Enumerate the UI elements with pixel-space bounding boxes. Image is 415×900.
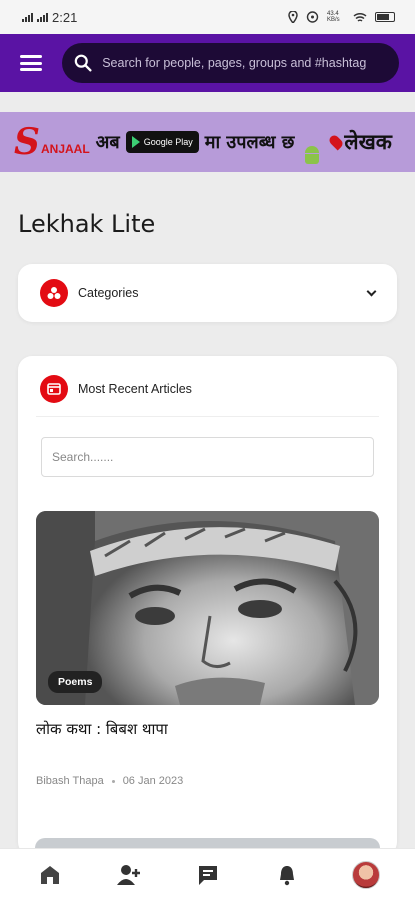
chat-icon	[198, 865, 217, 885]
article-author[interactable]: Bibash Thapa	[36, 775, 104, 787]
promo-banner[interactable]: S ANJAAL अब Google Play मा उपलब्ध छ लेखक	[0, 112, 415, 172]
page-title: Lekhak Lite	[18, 210, 156, 238]
articles-icon	[40, 375, 68, 403]
category-badge[interactable]: Poems	[48, 671, 103, 693]
status-time: 2:21	[52, 9, 78, 25]
status-right: 43.4 KB/s	[288, 11, 395, 23]
wifi-icon	[353, 12, 367, 22]
nav-messages[interactable]	[186, 853, 230, 897]
play-store-icon	[131, 136, 140, 148]
recent-articles-header: Most Recent Articles	[36, 374, 379, 404]
article-search-field[interactable]	[41, 437, 374, 477]
banner-text-after: मा उपलब्ध छ	[204, 132, 295, 153]
divider	[36, 416, 379, 417]
categories-icon	[40, 279, 68, 307]
signal-icon-2	[37, 12, 48, 22]
nav-notifications[interactable]	[265, 853, 309, 897]
google-play-badge[interactable]: Google Play	[125, 131, 199, 153]
global-search-input[interactable]	[102, 56, 387, 70]
pen-icon	[327, 133, 345, 151]
categories-dropdown[interactable]: Categories	[18, 264, 397, 322]
global-search-bar[interactable]	[62, 43, 399, 83]
separator-dot	[111, 779, 115, 783]
location-icon	[288, 11, 298, 23]
add-friend-icon	[116, 864, 140, 885]
article-date: 06 Jan 2023	[122, 775, 184, 787]
hamburger-menu-icon[interactable]	[20, 55, 42, 71]
google-play-label: Google Play	[143, 137, 193, 147]
nav-add-friend[interactable]	[107, 853, 151, 897]
signal-icon	[22, 12, 33, 22]
bottom-navigation	[0, 848, 415, 900]
android-icon	[302, 146, 322, 168]
lekhak-logo: लेखक	[327, 128, 392, 156]
nav-profile[interactable]	[344, 853, 388, 897]
article-cover-image[interactable]: Poems	[36, 511, 379, 705]
net-speed: 43.4 KB/s	[327, 11, 340, 23]
status-left: 2:21	[22, 10, 77, 25]
categories-label: Categories	[78, 286, 139, 300]
recent-articles-card: Most Recent Articles P	[18, 356, 397, 856]
battery-icon	[375, 12, 395, 22]
article-search-input[interactable]	[52, 450, 363, 464]
hotspot-icon	[306, 11, 319, 23]
home-icon	[40, 865, 59, 884]
nav-home[interactable]	[28, 853, 72, 897]
article-title[interactable]: लोक कथा : बिबश थापा	[36, 719, 379, 739]
status-bar: 2:21 43.4 KB/s	[0, 0, 415, 34]
bell-icon	[279, 865, 294, 885]
recent-articles-heading: Most Recent Articles	[78, 382, 192, 396]
app-bar	[0, 34, 415, 92]
sanjaal-logo: S ANJAAL	[14, 121, 90, 163]
profile-avatar	[351, 860, 380, 889]
search-icon	[74, 54, 92, 72]
banner-text-before: अब	[95, 132, 120, 153]
chevron-down-icon	[366, 286, 377, 296]
article-meta: Bibash Thapa 06 Jan 2023	[36, 775, 379, 787]
